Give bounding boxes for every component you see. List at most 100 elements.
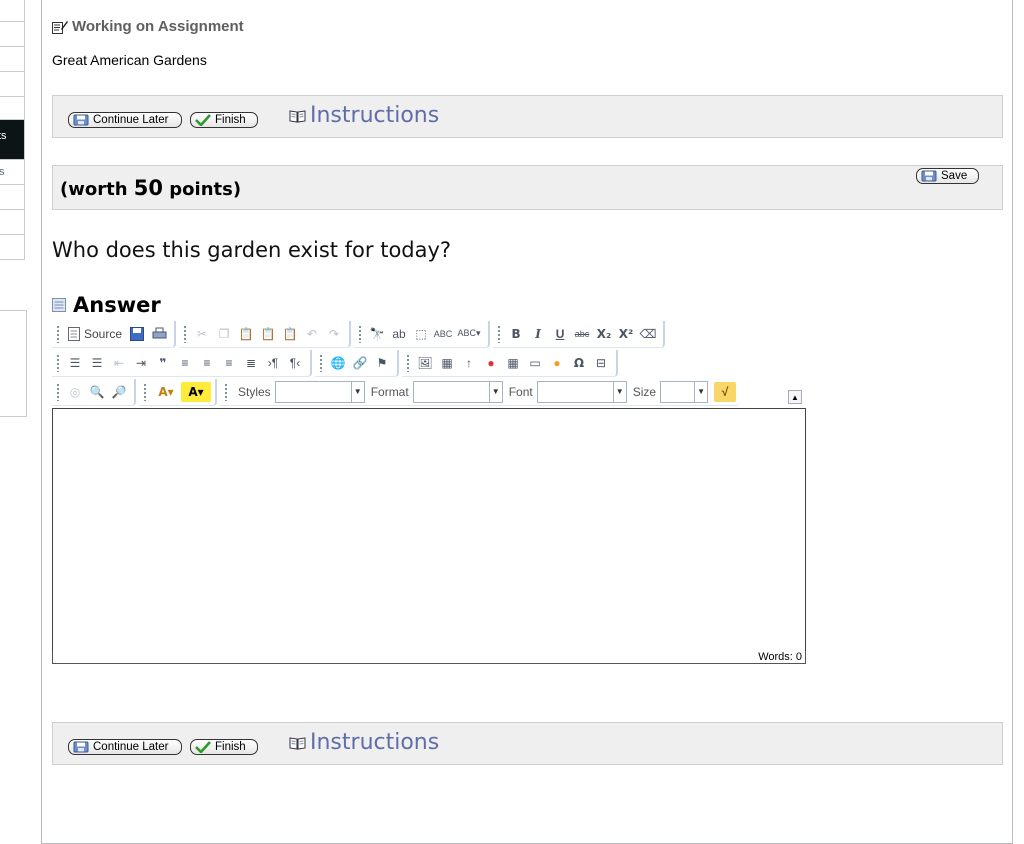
outdent-icon[interactable]: ⇤ [108, 353, 130, 373]
spellcheck-as-you-type-icon[interactable]: ABC▾ [454, 324, 484, 344]
justify-icon[interactable]: ≣ [240, 353, 262, 373]
question-text: Who does this garden exist for today? [52, 238, 452, 262]
toolbar-handle[interactable] [56, 382, 60, 401]
replace-icon[interactable]: ab [388, 324, 410, 344]
edit-note-icon [52, 20, 68, 34]
redo-icon[interactable]: ↷ [323, 324, 345, 344]
floppy-disk-icon [73, 741, 89, 753]
form-icon[interactable]: ◎ [64, 382, 86, 402]
source-button[interactable]: Source [64, 326, 126, 341]
numbered-list-icon[interactable]: ☰ [64, 353, 86, 373]
table-icon[interactable]: ▦ [502, 353, 524, 373]
instructions-link[interactable]: Instructions [289, 730, 439, 755]
format-dropdown[interactable]: ▼ [412, 380, 503, 403]
zoom-icon[interactable]: 🔎 [108, 382, 130, 402]
instructions-link[interactable]: Instructions [289, 103, 439, 128]
form-icon [52, 298, 66, 312]
remove-format-icon[interactable]: ⌫ [637, 324, 659, 344]
sidebar-item[interactable] [0, 185, 25, 210]
preview-icon[interactable]: 🔍 [86, 382, 108, 402]
select-all-icon[interactable]: ⬚ [410, 324, 432, 344]
spellcheck-icon[interactable]: ABC [432, 324, 454, 344]
image-icon[interactable]: 🖼 [414, 353, 436, 373]
text-direction-rtl-icon[interactable]: ¶‹ [284, 353, 306, 373]
special-char-icon[interactable]: Ω [568, 353, 590, 373]
collapse-toolbar-button[interactable]: ▲ [788, 390, 802, 404]
sidebar-item[interactable]: s [0, 160, 25, 185]
blockquote-icon[interactable]: ❞ [152, 353, 174, 373]
find-icon[interactable]: 🔭 [366, 324, 388, 344]
strikethrough-icon[interactable]: abc [571, 324, 593, 344]
toolbar-handle[interactable] [406, 353, 410, 372]
horizontal-rule-icon[interactable]: ▭ [524, 353, 546, 373]
floppy-disk-icon [921, 170, 937, 182]
toolbar-handle[interactable] [56, 353, 60, 372]
toolbar-handle[interactable] [224, 382, 228, 401]
bold-icon[interactable]: B [505, 324, 527, 344]
flash-icon[interactable]: ↑ [458, 353, 480, 373]
floppy-disk-icon [73, 114, 89, 126]
text-color-icon[interactable]: A▾ [151, 382, 181, 402]
answer-edit-area[interactable] [52, 408, 806, 652]
unlink-icon[interactable]: 🔗 [349, 353, 371, 373]
link-icon[interactable]: 🌐 [327, 353, 349, 373]
sidebar-item[interactable] [0, 235, 25, 260]
flash-player-icon[interactable]: ● [480, 353, 502, 373]
align-left-icon[interactable]: ≡ [174, 353, 196, 373]
page-break-icon[interactable]: ⊟ [590, 353, 612, 373]
toolbar-handle[interactable] [319, 353, 323, 372]
save-button[interactable]: Save [916, 168, 979, 184]
sidebar-item[interactable] [0, 97, 25, 120]
indent-icon[interactable]: ⇥ [130, 353, 152, 373]
background-color-icon[interactable]: A▾ [181, 381, 211, 402]
math-equation-icon[interactable]: √ [714, 381, 737, 402]
save-icon[interactable] [126, 324, 148, 344]
toolbar-group-clipboard: ✂ ❐ 📋 📋 📋 ↶ ↷ [179, 320, 352, 348]
undo-icon[interactable]: ↶ [301, 324, 323, 344]
source-icon [68, 326, 80, 341]
italic-icon[interactable]: I [527, 324, 549, 344]
bottom-action-bar: Continue Later Finish Instructions [52, 722, 1003, 765]
subscript-icon[interactable]: X₂ [593, 324, 615, 344]
toolbar-handle[interactable] [143, 382, 147, 401]
size-dropdown[interactable]: ▼ [660, 380, 709, 403]
sidebar-item[interactable] [0, 72, 25, 97]
align-right-icon[interactable]: ≡ [218, 353, 240, 373]
sidebar-item[interactable] [0, 47, 25, 72]
superscript-icon[interactable]: X² [615, 324, 637, 344]
sidebar-item[interactable] [0, 210, 25, 235]
paste-word-icon[interactable]: 📋 [279, 324, 301, 344]
align-center-icon[interactable]: ≡ [196, 353, 218, 373]
styles-dropdown[interactable]: ▼ [274, 380, 365, 403]
sidebar-item[interactable] [0, 0, 25, 22]
anchor-icon[interactable]: ⚑ [371, 353, 393, 373]
toolbar-handle[interactable] [497, 324, 502, 343]
toolbar-handle[interactable] [56, 324, 60, 343]
print-icon[interactable] [148, 324, 170, 344]
bulleted-list-icon[interactable]: ☰ [86, 353, 108, 373]
main-content: Working on Assignment Great American Gar… [41, 0, 1013, 844]
sidebar-item[interactable] [0, 22, 25, 47]
toolbar-handle[interactable] [358, 324, 363, 343]
continue-later-button[interactable]: Continue Later [68, 112, 182, 128]
copy-icon[interactable]: ❐ [213, 324, 235, 344]
finish-button[interactable]: Finish [190, 739, 258, 755]
media-icon[interactable]: ▦ [436, 353, 458, 373]
sidebar-item-active[interactable]: ts [0, 120, 25, 160]
smiley-icon[interactable]: ● [546, 353, 568, 373]
finish-button[interactable]: Finish [190, 112, 258, 128]
toolbar-group-editing: 🔭 ab ⬚ ABC ABC▾ [354, 320, 491, 348]
points-label: (worth 50 points) [60, 176, 242, 200]
paste-text-icon[interactable]: 📋 [257, 324, 279, 344]
font-dropdown[interactable]: ▼ [536, 380, 627, 403]
paste-icon[interactable]: 📋 [235, 324, 257, 344]
toolbar-row-2: ☰ ☰ ⇤ ⇥ ❞ ≡ ≡ ≡ ≣ ›¶ ¶‹ 🌐 🔗 ⚑ 🖼 ▦ ↑ ● ▦ … [52, 349, 621, 377]
checkmark-icon [195, 741, 211, 753]
toolbar-group-document: Source [52, 320, 177, 348]
cut-icon[interactable]: ✂ [191, 324, 213, 344]
toolbar-handle[interactable] [183, 324, 188, 343]
text-direction-ltr-icon[interactable]: ›¶ [262, 353, 284, 373]
continue-later-button[interactable]: Continue Later [68, 739, 182, 755]
underline-icon[interactable]: U [549, 324, 571, 344]
toolbar-group-links: 🌐 🔗 ⚑ [315, 349, 399, 377]
